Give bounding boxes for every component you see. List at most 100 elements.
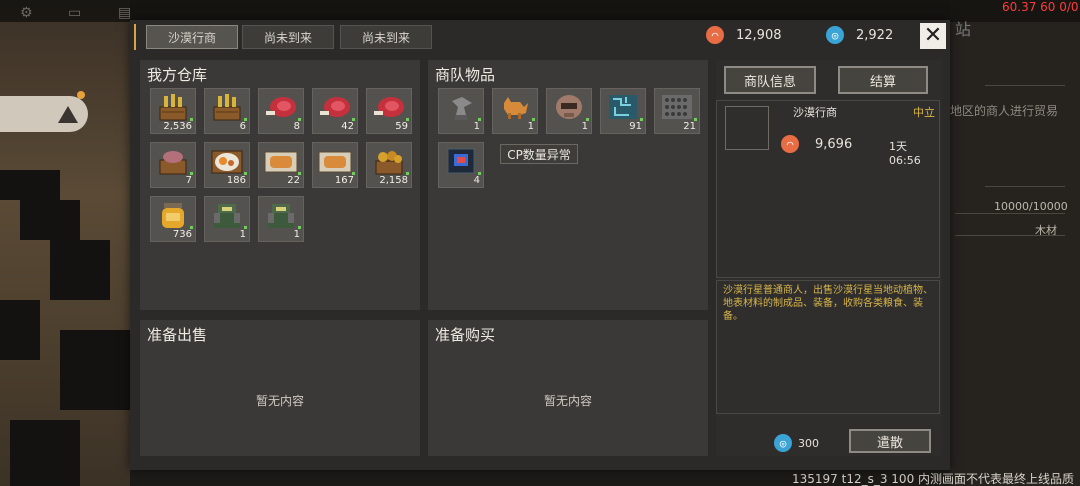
gear-icon[interactable]: ⚙ (20, 6, 36, 20)
tab-settlement[interactable]: 结算 (838, 66, 928, 94)
dialog-header: 沙漠行商 尚未到来 尚未到来 ◠ 12,908 ◎ 2,922 ✕ (130, 20, 950, 54)
chat-icon[interactable]: ▭ (68, 6, 84, 20)
menu-icon[interactable]: ▤ (118, 6, 134, 20)
item-count: 59 (395, 121, 408, 132)
tab-desert-merchant[interactable]: 沙漠行商 (146, 25, 238, 49)
alert-button[interactable] (0, 96, 88, 132)
merchant-description: 沙漠行星普通商人，出售沙漠行星当地动植物、地表材料的制成品、装备，收购各类粮食、… (723, 285, 933, 322)
warehouse-panel: 我方仓库 2,536 6 8 42 59 7 186 22 167 2,158 736 1 1 (140, 60, 420, 310)
steel-mesh-icon (660, 93, 694, 121)
caravan-item-slot[interactable]: 1 (438, 88, 484, 134)
top-status-bar (0, 0, 1080, 22)
caravan-panel: 商队物品 1 1 1 91 21 4 CP数量异常 (428, 60, 708, 310)
divider (955, 235, 1065, 236)
item-count: 1 (239, 229, 246, 240)
buy-panel: 准备购买 暂无内容 (428, 320, 708, 456)
side-description-fragment: 地区的商人进行贸易 (950, 104, 1059, 118)
cpu-chip-icon (444, 147, 478, 175)
warehouse-item-slot[interactable]: 167 (312, 142, 358, 188)
merchant-description-box: 沙漠行星普通商人，出售沙漠行星当地动植物、地表材料的制成品、装备，收购各类粮食、… (716, 280, 940, 414)
item-count: 91 (629, 121, 642, 132)
item-count: 1 (581, 121, 588, 132)
tab-not-arrived-2[interactable]: 尚未到来 (340, 25, 432, 49)
trade-dialog: 沙漠行商 尚未到来 尚未到来 ◠ 12,908 ◎ 2,922 ✕ 我方仓库 2… (130, 20, 950, 470)
tab-not-arrived-1[interactable]: 尚未到来 (242, 25, 334, 49)
notification-dot (77, 91, 85, 99)
merchant-name: 沙漠行商 (793, 106, 837, 119)
item-count: 7 (185, 175, 192, 186)
item-count: 736 (172, 229, 192, 240)
warehouse-item-slot[interactable]: 7 (150, 142, 196, 188)
warehouse-item-slot[interactable]: 1 (204, 196, 250, 242)
warehouse-item-slot[interactable]: 8 (258, 88, 304, 134)
blue-currency: ◎ 2,922 (826, 26, 893, 44)
wheat-crate-icon (156, 93, 190, 121)
blue-currency-amount: 2,922 (856, 27, 894, 43)
close-icon[interactable]: ✕ (920, 23, 946, 49)
side-panel-bg (950, 0, 1080, 486)
cp-anomaly-button[interactable]: CP数量异常 (500, 144, 578, 164)
dismiss-button[interactable]: 遣散 (849, 429, 931, 453)
item-count: 186 (226, 175, 246, 186)
divider (985, 85, 1065, 86)
terrain-shadow (0, 300, 40, 360)
power-armor-icon (210, 201, 244, 229)
caravan-item-slot[interactable]: 1 (492, 88, 538, 134)
item-count: 4 (473, 175, 480, 186)
meal-plate-icon (210, 147, 244, 175)
merchant-money: ◠ 9,696 (781, 135, 852, 153)
bread-tray-icon (318, 147, 352, 175)
item-count: 167 (334, 175, 354, 186)
warehouse-item-slot[interactable]: 59 (366, 88, 412, 134)
debug-readout: 60.37 60 0/0 (1002, 0, 1079, 14)
orange-coin-icon: ◠ (781, 135, 799, 153)
merchant-portrait (725, 106, 769, 150)
warehouse-item-slot[interactable]: 2,158 (366, 142, 412, 188)
warehouse-item-slot[interactable]: 1 (258, 196, 304, 242)
blue-coin-icon: ◎ (826, 26, 844, 44)
item-count: 2,536 (163, 121, 192, 132)
raw-meat-icon (264, 93, 298, 121)
item-count: 8 (293, 121, 300, 132)
item-count: 1 (293, 229, 300, 240)
item-count: 6 (239, 121, 246, 132)
active-tab-indicator (134, 24, 136, 50)
fruit-crate-icon (372, 147, 406, 175)
caravan-item-slot[interactable]: 1 (546, 88, 592, 134)
item-count: 21 (683, 121, 696, 132)
warehouse-item-slot[interactable]: 42 (312, 88, 358, 134)
orange-currency-amount: 12,908 (736, 27, 782, 43)
caravan-item-slot[interactable]: 91 (600, 88, 646, 134)
warehouse-item-slot[interactable]: 736 (150, 196, 196, 242)
power-armor-icon (264, 201, 298, 229)
honey-jar-icon (156, 201, 190, 229)
bread-tray-icon (264, 147, 298, 175)
dismiss-cost: ◎ 300 (774, 434, 819, 452)
buy-title: 准备购买 (435, 326, 496, 344)
merchant-detail-box: 沙漠行商 中立 ◠ 9,696 1天 06:56 (716, 100, 940, 278)
warehouse-item-slot[interactable]: 6 (204, 88, 250, 134)
build-info: 135197 t12_s_3 100 内测画面不代表最终上线品质 (792, 472, 1075, 486)
merchant-stance: 中立 (913, 106, 935, 119)
divider (985, 186, 1065, 187)
buy-empty-text: 暂无内容 (543, 394, 592, 408)
robot-head-icon (552, 93, 586, 121)
merchant-time-left: 1天 06:56 (889, 140, 921, 167)
item-count: 1 (473, 121, 480, 132)
item-count: 42 (341, 121, 354, 132)
terrain-shadow (20, 200, 80, 240)
warehouse-item-slot[interactable]: 22 (258, 142, 304, 188)
sell-empty-text: 暂无内容 (255, 394, 304, 408)
terrain-shadow (10, 420, 80, 486)
dismiss-cost-amount: 300 (798, 436, 819, 450)
warehouse-item-slot[interactable]: 186 (204, 142, 250, 188)
caravan-item-slot[interactable]: 21 (654, 88, 700, 134)
circuit-board-icon (606, 93, 640, 121)
caravan-item-slot[interactable]: 4 (438, 142, 484, 188)
raw-meat-icon (372, 93, 406, 121)
warehouse-item-slot[interactable]: 2,536 (150, 88, 196, 134)
merchant-money-amount: 9,696 (815, 136, 853, 152)
caravan-title: 商队物品 (435, 66, 496, 84)
tab-caravan-info[interactable]: 商队信息 (724, 66, 816, 94)
meat-crate-icon (156, 147, 190, 175)
